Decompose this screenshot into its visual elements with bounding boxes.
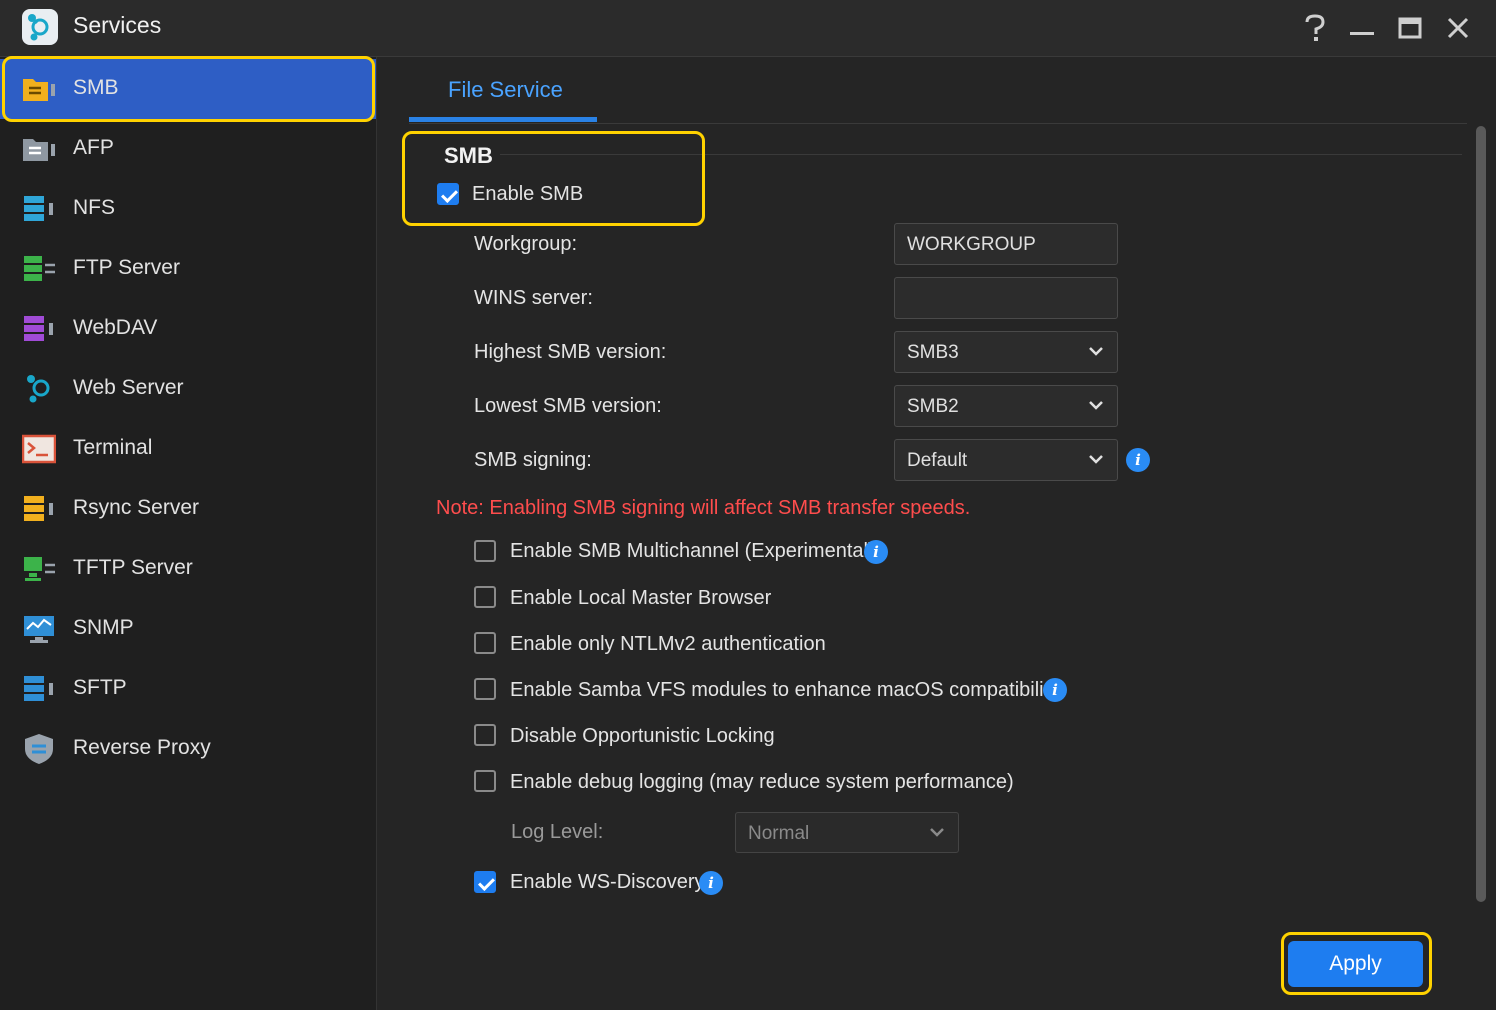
wins-server-input[interactable] [894, 277, 1118, 319]
info-icon[interactable]: i [1043, 678, 1067, 702]
sidebar-item-ftp-server[interactable]: FTP Server [0, 239, 376, 299]
option-checkbox[interactable] [474, 632, 496, 654]
info-icon[interactable]: i [699, 871, 723, 895]
ws-discovery-checkbox[interactable] [474, 871, 496, 893]
workgroup-label: Workgroup: [474, 233, 578, 255]
option-checkbox[interactable] [474, 678, 496, 700]
sidebar-item-rsync-server[interactable]: Rsync Server [0, 479, 376, 539]
lowest-smb-version-value: SMB2 [907, 396, 959, 417]
sidebar-item-label: Web Server [73, 376, 184, 399]
title-bar [0, 0, 1496, 57]
workgroup-input[interactable]: WORKGROUP [894, 223, 1118, 265]
minimize-icon[interactable] [1344, 10, 1380, 46]
highest-smb-version-value: SMB3 [907, 342, 959, 363]
smb-signing-label: SMB signing: [474, 449, 592, 471]
help-icon[interactable] [1297, 10, 1333, 46]
maximize-icon[interactable] [1392, 10, 1428, 46]
sidebar-item-reverse-proxy[interactable]: Reverse Proxy [0, 719, 376, 779]
folder-transfer-icon [22, 133, 56, 165]
sidebar-item-snmp[interactable]: SNMP [0, 599, 376, 659]
option-label: Enable SMB Multichannel (Experimental) [510, 540, 875, 562]
monitor-icon [22, 613, 56, 645]
ftp-server-icon [22, 253, 56, 285]
tab-active-indicator [409, 117, 597, 122]
sidebar-item-afp[interactable]: AFP [0, 119, 376, 179]
tab-divider [409, 123, 1467, 124]
shield-icon [22, 733, 56, 765]
info-icon[interactable]: i [864, 540, 888, 564]
sidebar-item-nfs[interactable]: NFS [0, 179, 376, 239]
highlight-smb-sidebar [2, 56, 375, 122]
chevron-down-icon [1089, 455, 1103, 464]
sidebar-item-label: Reverse Proxy [73, 736, 211, 759]
sftp-icon [22, 673, 56, 705]
sidebar-item-label: SNMP [73, 616, 134, 639]
chevron-down-icon [930, 828, 944, 837]
sidebar-item-sftp[interactable]: SFTP [0, 659, 376, 719]
sidebar-item-label: TFTP Server [73, 556, 193, 579]
server-stack-icon [22, 193, 56, 225]
chevron-down-icon [1089, 347, 1103, 356]
log-level-select[interactable]: Normal [735, 812, 959, 853]
services-app-icon [22, 9, 58, 45]
web-server-icon [22, 373, 56, 405]
highlight-apply [1281, 932, 1432, 995]
chevron-down-icon [1089, 401, 1103, 410]
log-level-label: Log Level: [511, 821, 604, 843]
wins-server-label: WINS server: [474, 287, 593, 309]
sidebar-item-label: WebDAV [73, 316, 158, 339]
sidebar-item-label: AFP [73, 136, 114, 159]
highest-smb-version-select[interactable]: SMB3 [894, 331, 1118, 373]
log-level-value: Normal [748, 823, 810, 844]
tab-label: File Service [448, 77, 563, 102]
smb-signing-value: Default [907, 450, 968, 471]
option-checkbox[interactable] [474, 540, 496, 562]
sidebar-item-tftp-server[interactable]: TFTP Server [0, 539, 376, 599]
ws-discovery-label: Enable WS-Discovery [510, 871, 705, 893]
lowest-smb-version-label: Lowest SMB version: [474, 395, 662, 417]
webdav-icon [22, 313, 56, 345]
window-title: Services [73, 12, 162, 38]
sidebar-item-label: FTP Server [73, 256, 180, 279]
option-label: Enable Samba VFS modules to enhance macO… [510, 679, 1064, 701]
sidebar-item-web-server[interactable]: Web Server [0, 359, 376, 419]
sidebar-item-label: NFS [73, 196, 115, 219]
smb-signing-select[interactable]: Default [894, 439, 1118, 481]
tftp-icon [22, 553, 56, 585]
option-label: Enable only NTLMv2 authentication [510, 633, 826, 655]
option-label: Disable Opportunistic Locking [510, 725, 775, 747]
sidebar-item-label: SFTP [73, 676, 127, 699]
info-icon[interactable]: i [1126, 448, 1150, 472]
highlight-enable-smb [402, 131, 705, 226]
sidebar-item-label: Rsync Server [73, 496, 200, 519]
terminal-icon [21, 433, 57, 465]
scrollbar[interactable] [1476, 126, 1486, 902]
option-checkbox[interactable] [474, 770, 496, 792]
close-icon[interactable] [1440, 10, 1476, 46]
workgroup-value: WORKGROUP [907, 234, 1036, 255]
option-label: Enable debug logging (may reduce system … [510, 771, 1014, 793]
option-checkbox[interactable] [474, 586, 496, 608]
sidebar-item-webdav[interactable]: WebDAV [0, 299, 376, 359]
sidebar-item-terminal[interactable]: Terminal [0, 419, 376, 479]
smb-signing-note: Note: Enabling SMB signing will affect S… [436, 497, 971, 519]
lowest-smb-version-select[interactable]: SMB2 [894, 385, 1118, 427]
rsync-icon [22, 493, 56, 525]
sidebar: SMB AFP NFS FTP Server WebDAV Web Server [0, 57, 377, 1010]
option-label: Enable Local Master Browser [510, 587, 772, 609]
highest-smb-version-label: Highest SMB version: [474, 341, 667, 363]
sidebar-item-label: Terminal [73, 436, 153, 459]
option-checkbox[interactable] [474, 724, 496, 746]
